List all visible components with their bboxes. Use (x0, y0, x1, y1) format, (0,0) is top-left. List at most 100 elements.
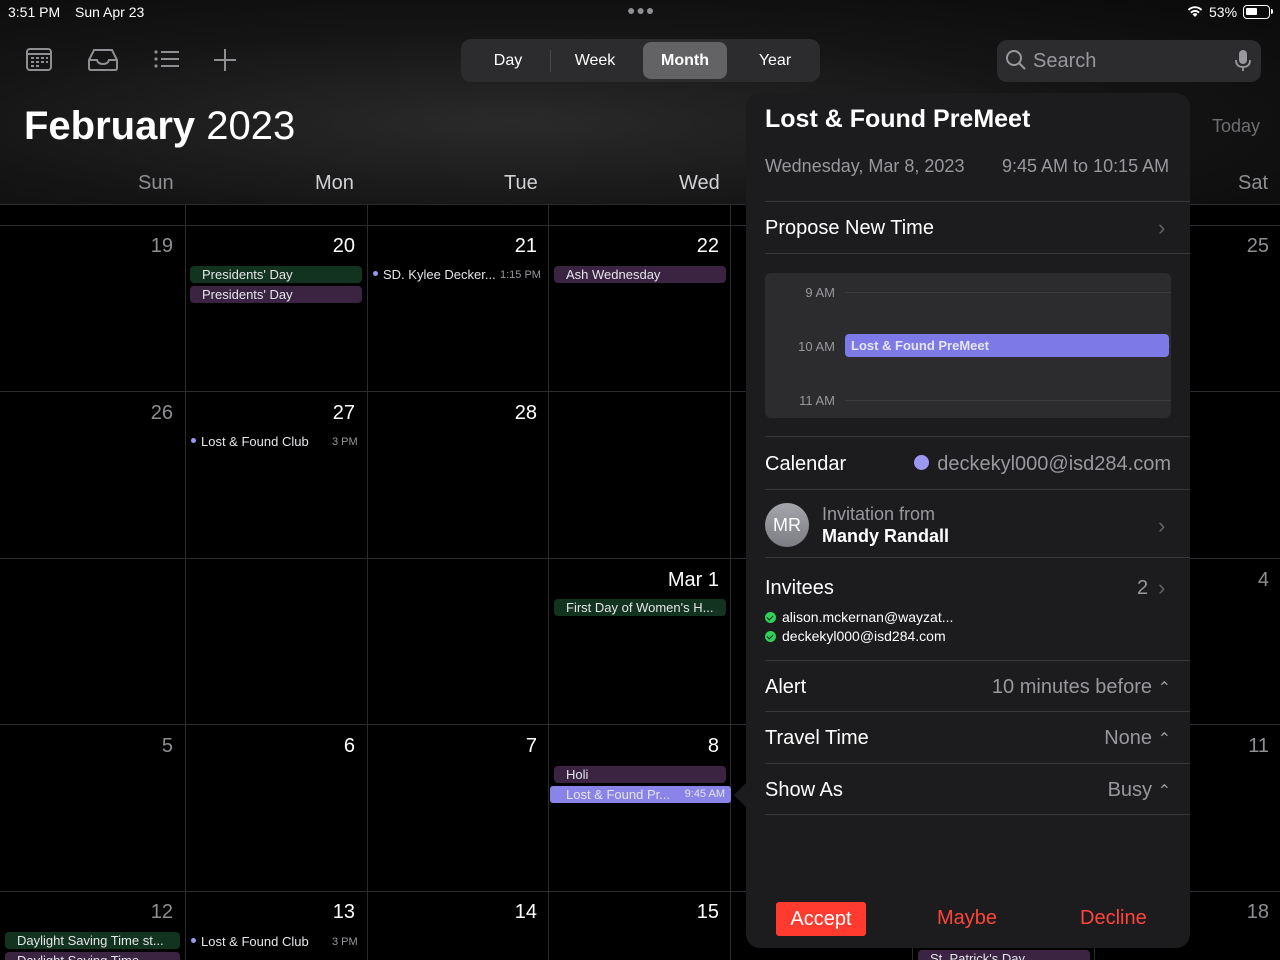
day-cell-21[interactable]: 21 (477, 235, 537, 258)
day-preview: 9 AM 10 AM 11 AM Lost & Found PreMeet (765, 273, 1171, 418)
event-date: Wednesday, Mar 8, 2023 (765, 156, 965, 176)
search-placeholder: Search (1033, 50, 1097, 72)
day-cell-20[interactable]: 20 (295, 235, 355, 258)
event-title: Lost & Found Club (201, 434, 309, 449)
event-detail-popover: Lost & Found PreMeet Wednesday, Mar 8, 2… (734, 93, 1190, 948)
day-cell-25[interactable]: 25 (1209, 235, 1269, 258)
event-daylight-saving-start[interactable]: Daylight Saving Time st... (5, 932, 180, 949)
view-switcher: Day Week Month Year (461, 39, 820, 82)
decline-button[interactable]: Decline (1080, 907, 1147, 930)
add-icon[interactable] (212, 44, 246, 78)
page-title: February 2023 (24, 104, 295, 149)
tab-year[interactable]: Year (733, 42, 817, 79)
accept-button[interactable]: Accept (776, 902, 866, 936)
chevron-right-icon[interactable]: › (1158, 575, 1165, 601)
event-presidents-day[interactable]: Presidents' Day (190, 266, 362, 283)
invitee-item: deckekyl000@isd284.com (765, 628, 946, 644)
event-lost-found-premeet[interactable]: Lost & Found Pr... 9:45 AM (550, 786, 731, 803)
search-icon (1005, 49, 1027, 76)
travel-time-selector[interactable]: None ⌃ (1104, 727, 1171, 750)
maybe-button[interactable]: Maybe (937, 907, 997, 930)
hour-label: 11 AM (799, 393, 835, 408)
inbox-icon[interactable] (86, 44, 120, 78)
preview-event-block: Lost & Found PreMeet (845, 334, 1169, 357)
day-cell-26[interactable]: 26 (113, 402, 173, 425)
travel-time-value: None (1104, 727, 1153, 749)
day-cell-mar-1[interactable]: Mar 1 (659, 569, 719, 592)
weekday-sun: Sun (138, 172, 174, 194)
day-cell-15[interactable]: 15 (659, 901, 719, 924)
chevron-up-down-icon: ⌃ (1157, 783, 1171, 800)
day-cell-4[interactable]: 4 (1209, 569, 1269, 592)
show-as-label: Show As (765, 779, 843, 801)
status-date: Sun Apr 23 (75, 4, 145, 20)
hour-label: 10 AM (798, 339, 835, 354)
day-cell-11[interactable]: 11 (1209, 735, 1269, 758)
hour-label: 9 AM (805, 285, 835, 300)
calendar-selector[interactable]: deckekyl000@isd284.com (914, 453, 1171, 476)
calendar-grid-icon[interactable] (24, 44, 58, 78)
chevron-right-icon[interactable]: › (1158, 513, 1165, 539)
day-cell-19[interactable]: 19 (113, 235, 173, 258)
propose-new-time-row[interactable]: Propose New Time (765, 217, 1171, 245)
weekday-sat: Sat (1238, 172, 1269, 194)
search-field[interactable]: Search (997, 40, 1261, 82)
organizer-name[interactable]: Mandy Randall (822, 526, 949, 547)
day-cell-5[interactable]: 5 (113, 735, 173, 758)
invitees-count[interactable]: 2 (1137, 577, 1148, 600)
day-cell-6[interactable]: 6 (295, 735, 355, 758)
microphone-icon[interactable] (1235, 49, 1251, 78)
alert-value: 10 minutes before (991, 676, 1153, 698)
invitees-label: Invitees (765, 577, 834, 599)
event-daylight-saving[interactable]: Daylight Saving Time (5, 952, 180, 960)
chevron-up-down-icon: ⌃ (1157, 731, 1171, 748)
event-lost-found-club[interactable]: Lost & Found Club 3 PM (191, 434, 361, 449)
tab-month[interactable]: Month (643, 42, 727, 79)
alert-label: Alert (765, 676, 807, 698)
event-lost-found-club-2[interactable]: Lost & Found Club 3 PM (191, 934, 361, 949)
wifi-icon (1186, 4, 1204, 21)
event-time: 3 PM (332, 936, 358, 948)
event-dot-icon (373, 271, 378, 277)
today-button[interactable]: Today (1212, 116, 1260, 137)
calendar-color-dot (914, 455, 930, 471)
invitee-email: alison.mckernan@wayzat... (782, 609, 954, 625)
event-st-patricks[interactable]: St. Patrick's Day (918, 950, 1090, 960)
calendar-label: Calendar (765, 453, 847, 475)
accepted-check-icon (765, 630, 776, 642)
popover-arrow (734, 783, 746, 807)
day-cell-7[interactable]: 7 (477, 735, 537, 758)
event-title: Lost & Found Club (201, 934, 309, 949)
day-cell-8[interactable]: 8 (659, 735, 719, 758)
event-womens-history[interactable]: First Day of Women's H... (554, 599, 726, 616)
tab-day[interactable]: Day (466, 42, 550, 79)
show-as-selector[interactable]: Busy ⌃ (1108, 779, 1171, 802)
day-cell-18[interactable]: 18 (1209, 901, 1269, 924)
day-cell-12[interactable]: 12 (113, 901, 173, 924)
alert-selector[interactable]: 10 minutes before ⌃ (992, 676, 1171, 699)
day-cell-22[interactable]: 22 (659, 235, 719, 258)
day-cell-28[interactable]: 28 (477, 402, 537, 425)
chevron-up-down-icon: ⌃ (1157, 680, 1171, 697)
day-cell-13[interactable]: 13 (295, 901, 355, 924)
event-holi[interactable]: Holi (554, 766, 726, 783)
travel-time-label: Travel Time (765, 727, 869, 749)
weekday-wed: Wed (679, 172, 720, 194)
event-kylee-decker[interactable]: SD. Kylee Decker... 1:15 PM (373, 267, 543, 282)
event-ash-wednesday[interactable]: Ash Wednesday (554, 266, 726, 283)
avatar: MR (765, 503, 809, 547)
event-presidents-day-2[interactable]: Presidents' Day (190, 286, 362, 303)
status-bar: 3:51 PM Sun Apr 23 ●●● 53% (0, 0, 1280, 24)
weekday-mon: Mon (315, 172, 354, 194)
invitee-item: alison.mckernan@wayzat... (765, 609, 953, 625)
tab-week[interactable]: Week (553, 42, 637, 79)
day-cell-27[interactable]: 27 (295, 402, 355, 425)
multitask-dots-icon[interactable]: ●●● (627, 2, 655, 18)
invitation-from-label: Invitation from (822, 504, 936, 524)
day-cell-14[interactable]: 14 (477, 901, 537, 924)
weekday-tue: Tue (504, 172, 538, 194)
event-time: 3 PM (332, 436, 358, 448)
list-icon[interactable] (152, 44, 186, 78)
status-time: 3:51 PM (8, 4, 61, 20)
calendar-account: deckekyl000@isd284.com (937, 453, 1171, 475)
